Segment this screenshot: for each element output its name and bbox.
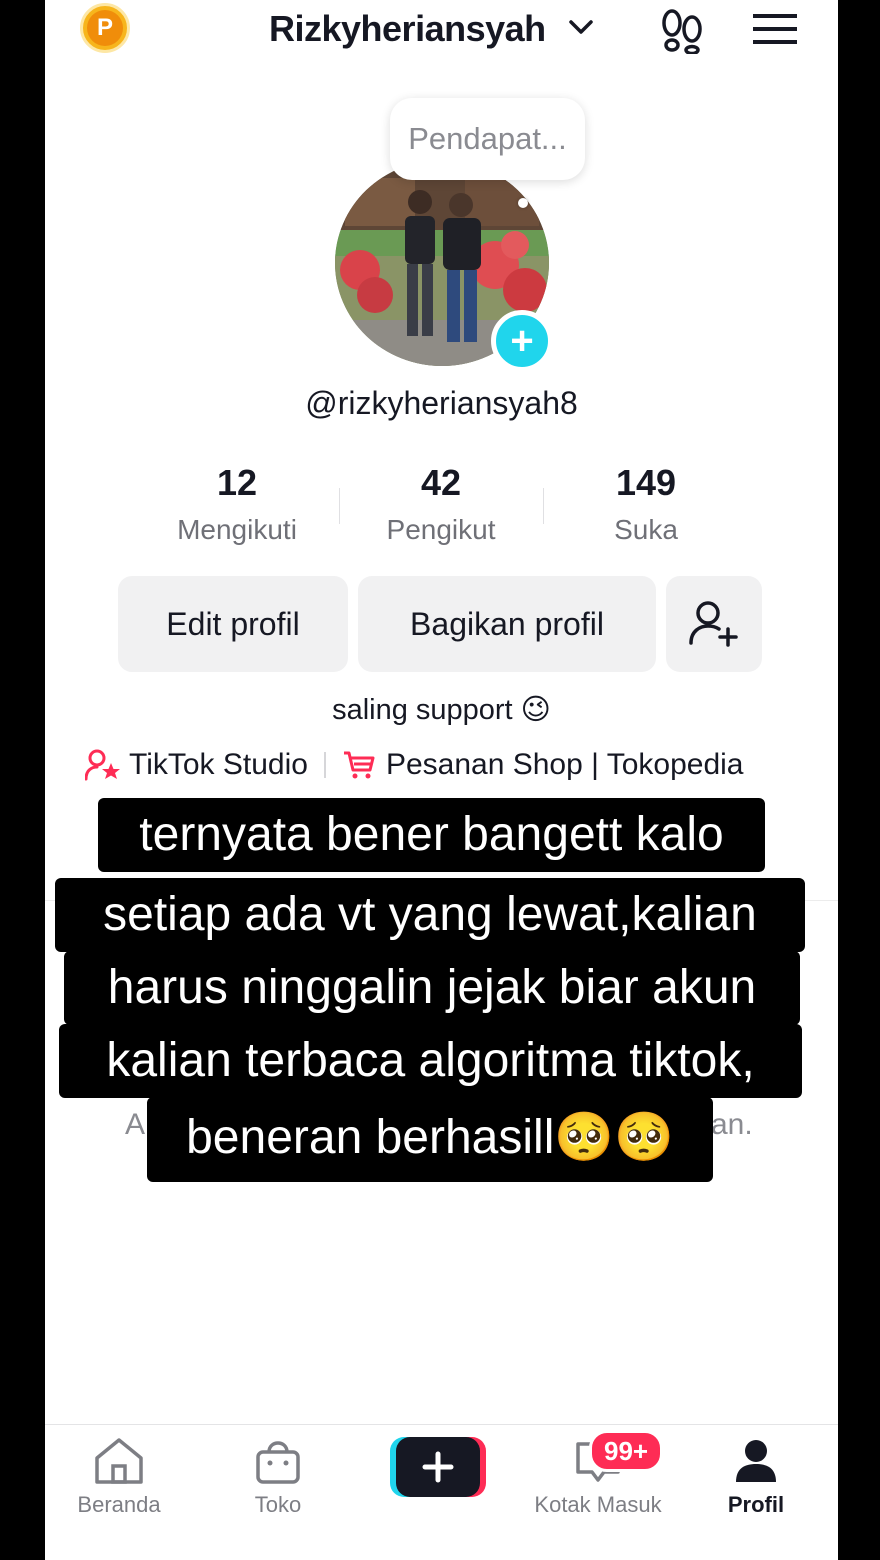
account-switcher-title[interactable]: Rizkyheriansyah: [269, 8, 546, 50]
profile-bio: saling support 😉: [332, 694, 551, 726]
studio-user-star-icon: [85, 749, 120, 781]
stat-divider: [543, 488, 544, 524]
nav-divider: [45, 1424, 838, 1425]
nav-shop[interactable]: Toko: [213, 1436, 343, 1518]
note-bubble[interactable]: Pendapat...: [390, 98, 585, 180]
profile-links: TikTok Studio Pesanan Shop | Tokopedia: [85, 748, 744, 782]
add-story-plus-icon[interactable]: +: [491, 310, 553, 372]
home-icon: [95, 1438, 143, 1484]
empty-state-text-partial: an.: [711, 1108, 753, 1141]
stat-followers[interactable]: 42 Pengikut: [341, 462, 541, 546]
coin-icon[interactable]: P: [80, 3, 130, 53]
edit-profile-button[interactable]: Edit profil: [118, 576, 348, 672]
stat-following-label: Mengikuti: [177, 514, 297, 545]
stat-following[interactable]: 12 Mengikuti: [137, 462, 337, 546]
share-profile-button[interactable]: Bagikan profil: [358, 576, 656, 672]
nav-home-label: Beranda: [77, 1492, 161, 1517]
shopping-bag-icon: [256, 1441, 300, 1484]
stat-likes-label: Suka: [614, 514, 678, 545]
username-handle: @rizkyheriansyah8: [305, 385, 578, 421]
stat-divider: [339, 488, 340, 524]
nav-shop-label: Toko: [254, 1492, 302, 1517]
add-friend-icon: [689, 601, 738, 647]
stat-following-count: 12: [216, 462, 258, 503]
link-separator: [323, 752, 326, 778]
nav-profile-label: Profil: [727, 1492, 785, 1517]
caption-line: setiap ada vt yang lewat,kalian: [55, 878, 805, 952]
nav-home[interactable]: Beranda: [54, 1436, 184, 1518]
shop-orders-link[interactable]: Pesanan Shop | Tokopedia: [386, 748, 744, 782]
stat-likes-count: 149: [615, 462, 677, 503]
note-bubble-tail: [518, 198, 528, 208]
inbox-badge: 99+: [589, 1430, 664, 1472]
empty-state-text-partial: A: [125, 1108, 146, 1141]
chevron-down-icon[interactable]: [568, 18, 594, 36]
caption-line: beneran berhasill🥺🥺: [147, 1097, 713, 1182]
create-plus-button[interactable]: [390, 1437, 486, 1497]
nav-profile[interactable]: Profil: [691, 1436, 821, 1518]
caption-line: kalian terbaca algoritma tiktok,: [59, 1024, 802, 1098]
add-friend-button[interactable]: [666, 576, 762, 672]
tiktok-studio-link[interactable]: TikTok Studio: [129, 748, 308, 782]
caption-line: ternyata bener bangett kalo: [98, 798, 765, 872]
stat-likes[interactable]: 149 Suka: [546, 462, 746, 546]
profile-person-icon: [736, 1440, 776, 1482]
nav-inbox-label: Kotak Masuk: [534, 1492, 662, 1517]
footprints-icon[interactable]: [659, 6, 705, 54]
caption-line: harus ninggalin jejak biar akun: [64, 951, 800, 1025]
profile-screen: P Rizkyheriansyah Pendapat... + @rizkyhe…: [45, 0, 838, 1560]
stat-followers-label: Pengikut: [386, 514, 496, 545]
stat-followers-count: 42: [420, 462, 462, 503]
menu-icon[interactable]: [753, 12, 797, 46]
coin-letter: P: [87, 10, 123, 46]
shopping-cart-icon: [343, 751, 375, 779]
